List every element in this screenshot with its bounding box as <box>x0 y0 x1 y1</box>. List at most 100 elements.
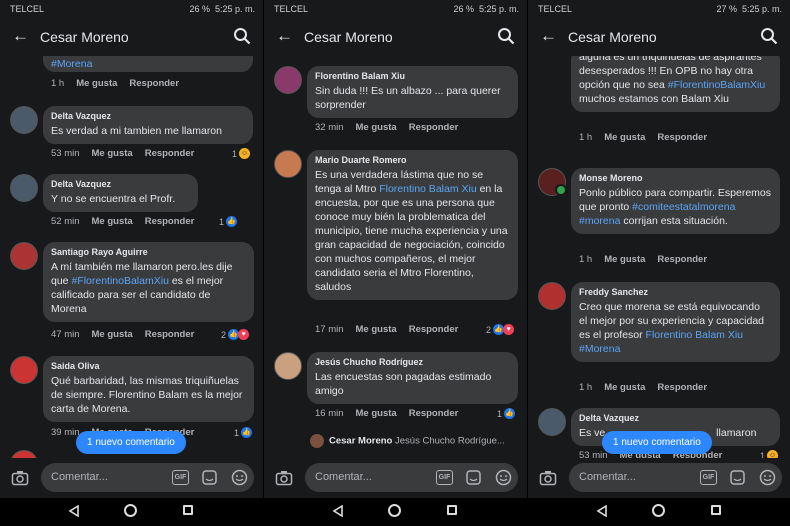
sticker-icon[interactable] <box>465 469 482 486</box>
emoji-icon[interactable] <box>759 469 776 486</box>
nav-home-icon[interactable] <box>652 504 665 517</box>
hashtag-link[interactable]: #comiteestatalmorena <box>632 201 735 213</box>
comment-author[interactable]: Mario Duarte Romero <box>315 155 509 165</box>
gif-icon[interactable]: GIF <box>700 470 717 485</box>
nav-recents-icon[interactable] <box>183 505 193 515</box>
nav-back-icon[interactable] <box>68 505 80 517</box>
comment-author[interactable]: Jesús Chucho Rodríguez <box>315 357 509 367</box>
camera-icon[interactable] <box>539 469 557 487</box>
comment-list: #Morena 1 h Me gusta Responder Delta Vazqu… <box>0 56 263 458</box>
nav-back-icon[interactable] <box>332 505 344 517</box>
nav-home-icon[interactable] <box>124 504 137 517</box>
battery-level: 26 % <box>189 4 210 14</box>
battery-level: 27 % <box>716 4 737 14</box>
emoji-icon[interactable] <box>495 469 512 486</box>
reply-button[interactable]: Responder <box>657 132 707 143</box>
new-comment-pill[interactable]: 1 nuevo comentario <box>76 431 186 454</box>
arrow-left-icon[interactable]: ← <box>12 26 29 46</box>
reply-button[interactable]: Responder <box>145 216 195 227</box>
nav-back-icon[interactable] <box>596 505 608 517</box>
comment-author[interactable]: Freddy Sanchez <box>579 287 771 297</box>
new-comment-pill[interactable]: 1 nuevo comentario <box>602 431 712 454</box>
avatar[interactable] <box>274 352 302 380</box>
reply-button[interactable]: Responder <box>657 254 707 265</box>
comment-input[interactable]: Comentar... GIF <box>569 463 782 492</box>
like-button[interactable]: Me gusta <box>92 148 133 159</box>
search-icon[interactable] <box>497 27 515 45</box>
reaction-count[interactable]: 2 👍 ♥ <box>486 324 515 335</box>
sticker-icon[interactable] <box>729 469 746 486</box>
gif-icon[interactable]: GIF <box>436 470 453 485</box>
like-button[interactable]: Me gusta <box>356 122 397 133</box>
system-nav-bar <box>264 498 527 526</box>
like-button[interactable]: Me gusta <box>92 216 133 227</box>
like-button[interactable]: Me gusta <box>604 132 645 143</box>
avatar[interactable] <box>274 150 302 178</box>
arrow-left-icon[interactable]: ← <box>276 26 293 46</box>
reply-preview[interactable]: Cesar Moreno Jesús Chucho Rodrígue... <box>310 434 505 448</box>
comment-input[interactable]: Comentar... GIF <box>41 463 254 492</box>
emoji-icon[interactable] <box>231 469 248 486</box>
avatar[interactable] <box>538 282 566 310</box>
comment-author[interactable]: Delta Vazquez <box>51 111 244 121</box>
comment-time: 1 h <box>51 78 65 89</box>
search-icon[interactable] <box>760 27 778 45</box>
comment-author[interactable]: Delta Vazquez <box>51 179 189 189</box>
like-button[interactable]: Me gusta <box>76 78 117 89</box>
like-button[interactable]: Me gusta <box>604 254 645 265</box>
avatar[interactable] <box>10 356 38 384</box>
comment-text: alguna es un triquiñuelas de aspirantes … <box>579 56 766 105</box>
comment-author[interactable]: Saida Oliva <box>51 361 245 371</box>
reply-button[interactable]: Responder <box>129 78 179 89</box>
avatar[interactable] <box>10 242 38 270</box>
hashtag-link[interactable]: #Morena <box>51 58 92 70</box>
nav-home-icon[interactable] <box>388 504 401 517</box>
gif-icon[interactable]: GIF <box>172 470 189 485</box>
reply-button[interactable]: Responder <box>409 324 459 335</box>
reaction-count[interactable]: 1 👍 <box>219 216 238 227</box>
comment-text: Es verdad a mi tambien me llamaron <box>51 125 222 137</box>
love-reaction-icon: ♥ <box>503 324 515 335</box>
reply-button[interactable]: Responder <box>145 148 195 159</box>
avatar[interactable] <box>538 408 566 436</box>
camera-icon[interactable] <box>275 469 293 487</box>
like-button[interactable]: Me gusta <box>356 324 397 335</box>
camera-icon[interactable] <box>11 469 29 487</box>
reaction-count[interactable]: 1 👍 <box>497 408 516 419</box>
hashtag-link[interactable]: #FlorentinoBalamXiu <box>71 275 168 287</box>
like-button[interactable]: Me gusta <box>356 408 397 419</box>
like-reaction-icon: 👍 <box>504 408 516 419</box>
comment-author[interactable]: Monse Moreno <box>579 173 771 183</box>
search-icon[interactable] <box>233 27 251 45</box>
reaction-count[interactable]: 1 ☺ <box>760 450 779 458</box>
nav-recents-icon[interactable] <box>711 505 721 515</box>
hashtag-link[interactable]: #morena <box>579 215 620 227</box>
sticker-icon[interactable] <box>201 469 218 486</box>
nav-recents-icon[interactable] <box>447 505 457 515</box>
comment-author[interactable]: Santiago Rayo Aguirre <box>51 247 245 257</box>
like-button[interactable]: Me gusta <box>92 329 133 340</box>
avatar[interactable] <box>10 106 38 134</box>
mention-link[interactable]: Florentino Balam Xiu <box>646 329 743 341</box>
arrow-left-icon[interactable]: ← <box>540 26 557 46</box>
hashtag-link[interactable]: #Morena <box>579 343 620 355</box>
reply-button[interactable]: Responder <box>145 329 195 340</box>
avatar[interactable] <box>274 66 302 94</box>
avatar[interactable] <box>538 168 567 196</box>
reaction-count[interactable]: 1 👍 <box>234 427 253 438</box>
comment-author[interactable]: Delta Vazquez <box>579 413 771 423</box>
reaction-count[interactable]: 1 ☺ <box>232 148 251 159</box>
app-bar: ← Cesar Moreno <box>264 18 527 56</box>
reply-button[interactable]: Responder <box>409 122 459 133</box>
hashtag-link[interactable]: #FlorentinoBalamXiu <box>668 79 765 91</box>
comment-input[interactable]: Comentar... GIF <box>305 463 518 492</box>
avatar[interactable] <box>10 174 38 202</box>
comment-author[interactable]: Florentino Balam Xiu <box>315 71 509 81</box>
like-button[interactable]: Me gusta <box>604 382 645 393</box>
reaction-count[interactable]: 2 👍 ♥ <box>221 329 250 340</box>
mention-link[interactable]: Florentino Balam Xiu <box>379 183 476 195</box>
reply-button[interactable]: Responder <box>409 408 459 419</box>
reply-button[interactable]: Responder <box>657 382 707 393</box>
comment-time: 52 min <box>51 216 80 227</box>
avatar[interactable] <box>10 450 38 458</box>
